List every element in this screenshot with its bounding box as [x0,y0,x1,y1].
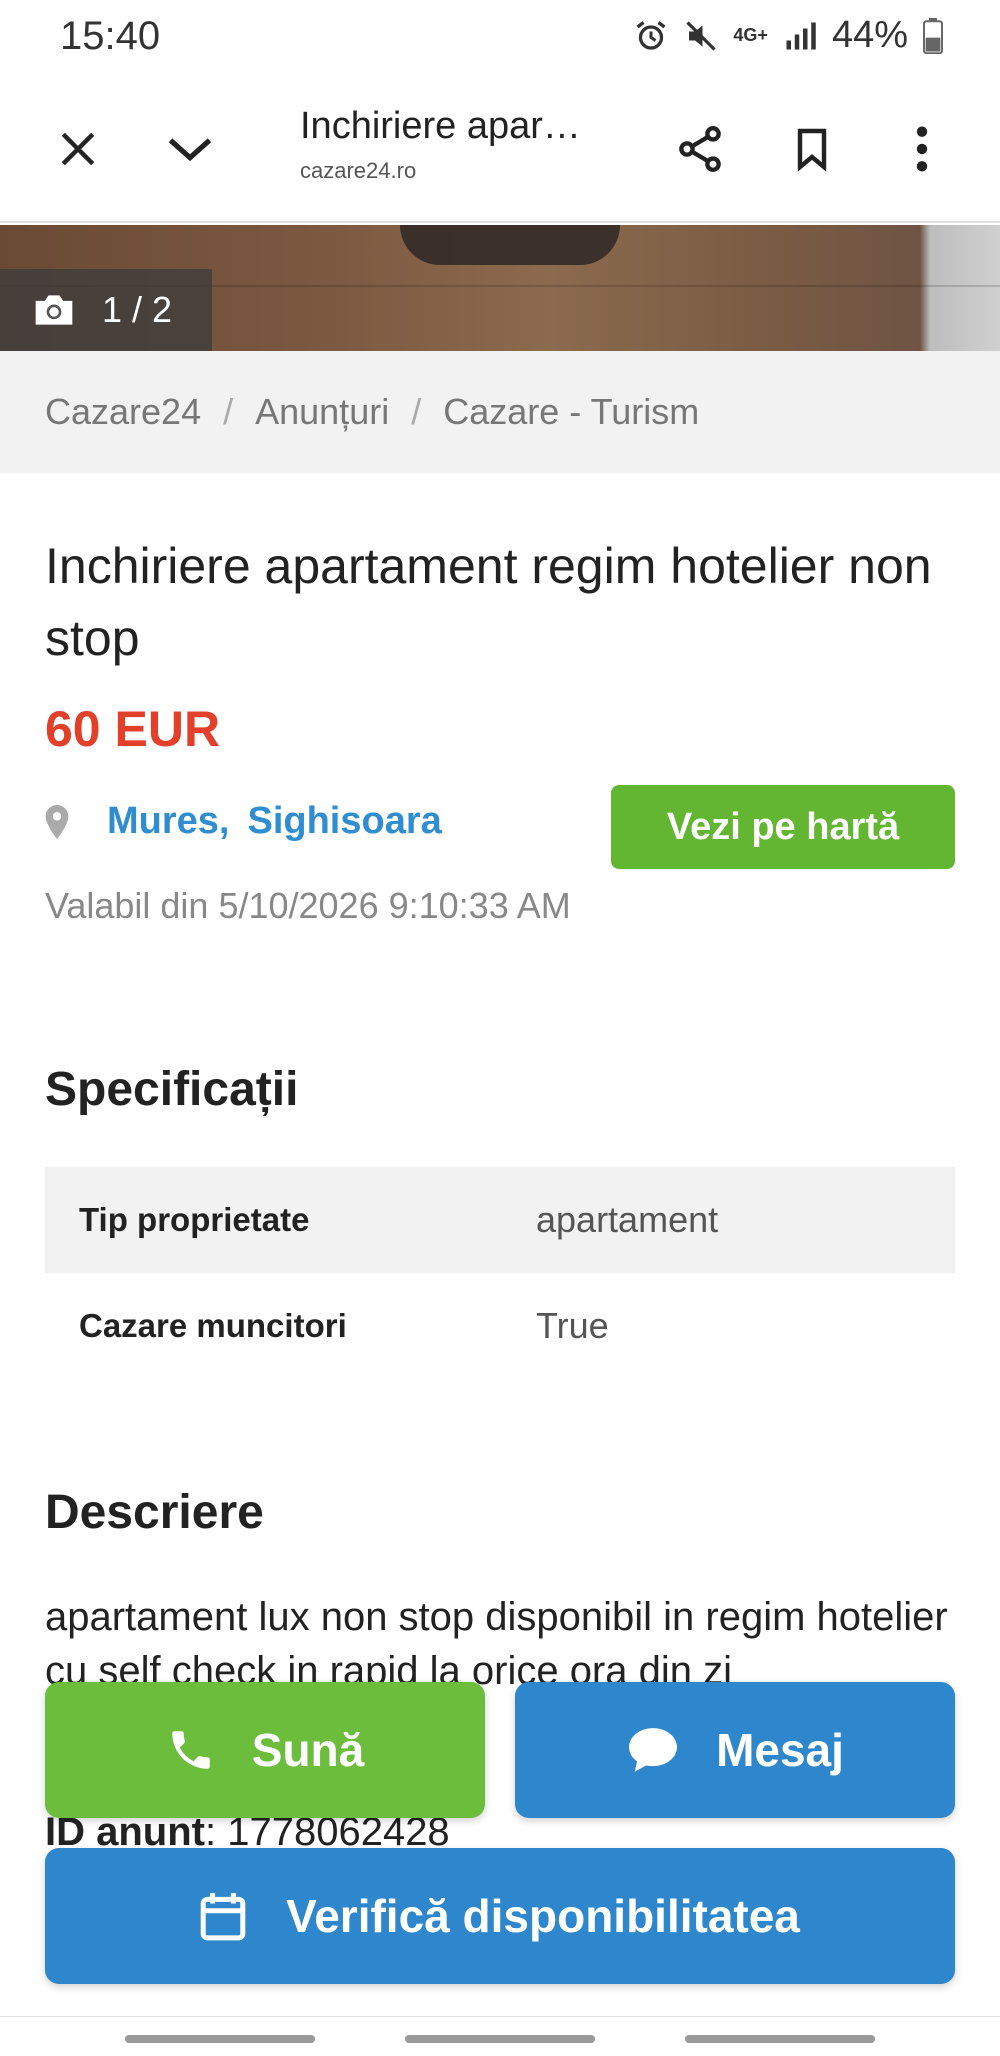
check-availability-button[interactable]: Verifică disponibilitatea [45,1848,955,1984]
spec-value: apartament [536,1199,719,1240]
chevron-down-icon [168,138,212,162]
listing-price: 60 EUR [45,701,221,757]
camera-icon [35,295,73,325]
more-vert-icon [916,126,928,172]
close-button[interactable] [38,109,118,189]
call-button[interactable]: Sună [45,1682,485,1818]
location-county[interactable]: Mures [107,800,219,843]
description-heading: Descriere [45,1486,264,1539]
check-availability-label: Verifică disponibilitatea [286,1890,800,1942]
bookmark-button[interactable] [772,109,852,189]
signal-icon [786,22,816,49]
close-icon [61,132,95,166]
listing-location: Mures , Sighisoara [45,800,442,843]
status-bar: 15:40 4G+ 44% [0,0,1000,75]
browser-title: Inchiriere apartament regim hotelier non… [300,105,590,147]
calendar-icon [200,1893,246,1941]
browser-url: cazare24.ro [300,158,417,183]
breadcrumb-category[interactable]: Cazare - Turism [443,391,699,433]
share-icon [679,126,721,172]
breadcrumb-separator: / [411,391,422,432]
breadcrumb: Cazare24 / Anunțuri / Cazare - Turism [0,351,1000,473]
photo-counter: 1 / 2 [0,269,212,351]
call-label: Sună [251,1724,365,1776]
location-city[interactable]: Sighisoara [247,800,441,843]
photo-detail [400,225,620,265]
nav-home-button[interactable] [405,2035,595,2043]
alarm-icon [636,20,666,50]
phone-icon [172,1731,210,1769]
mute-icon [686,20,717,51]
breadcrumb-separator: / [223,391,234,432]
valid-from: Valabil din 5/10/2026 9:10:33 AM [45,885,571,926]
breadcrumb-ads[interactable]: Anunțuri [255,391,389,433]
more-options-button[interactable] [882,109,962,189]
specs-heading: Specificații [45,1063,299,1116]
battery-percent: 44% [831,14,908,56]
table-row: Cazare muncitori True [45,1273,955,1379]
listing-title: Inchiriere apartament regim hotelier non… [45,538,932,666]
share-button[interactable] [660,109,740,189]
page-title-area[interactable]: Inchiriere apartament regim hotelier non… [300,105,590,184]
spec-key: Tip proprietate [79,1201,310,1238]
message-label: Mesaj [716,1724,844,1776]
browser-toolbar: Inchiriere apartament regim hotelier non… [0,75,1000,223]
minimize-button[interactable] [150,109,230,189]
status-icons: 4G+ 44% [633,14,944,57]
nav-back-button[interactable] [685,2035,875,2043]
system-nav-bar [0,2016,1000,2056]
nav-recents-button[interactable] [125,2035,315,2043]
spec-value: True [536,1305,609,1346]
listing-photo[interactable]: 1 / 2 [0,225,1000,351]
specs-table: Tip proprietate apartament Cazare muncit… [45,1167,955,1379]
spec-key: Cazare muncitori [79,1307,347,1344]
breadcrumb-home[interactable]: Cazare24 [45,391,201,433]
chat-bubble-icon [629,1728,678,1772]
table-row: Tip proprietate apartament [45,1167,955,1273]
network-type: 4G+ [733,25,768,45]
bookmark-icon [797,128,827,172]
view-on-map-button[interactable]: Vezi pe hartă [611,785,955,869]
battery-icon [923,17,943,54]
status-time: 15:40 [60,14,161,58]
location-pin-icon [45,804,69,839]
location-separator: , [218,800,230,842]
message-button[interactable]: Mesaj [515,1682,955,1818]
photo-counter-text: 1 / 2 [102,289,173,330]
